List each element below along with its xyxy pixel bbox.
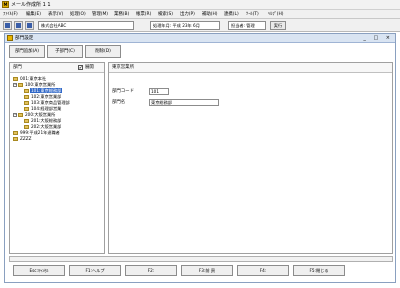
folder-icon [24, 94, 29, 99]
tree-item[interactable]: 104:経理部営業 [24, 106, 62, 111]
tree-item-label: 101:東京総務部 [30, 88, 63, 93]
menu-item[interactable]: 検索(S) [158, 11, 173, 18]
tree-item[interactable]: 103:東京商品管理部 [24, 100, 71, 105]
menu-item[interactable]: 連携(L) [224, 11, 239, 18]
menu-item[interactable]: 管理(M) [92, 11, 108, 18]
period-field[interactable]: 処理年月: 平成 23年 6月 [150, 21, 220, 30]
tree-item[interactable]: − 200:大阪営業所 [13, 112, 56, 117]
toolbar: 株式会社ABC 処理年月: 平成 23年 6月 担当者: 管理 実行 [0, 19, 400, 32]
folder-icon [24, 124, 29, 129]
save-icon[interactable] [3, 21, 12, 30]
menu-item[interactable]: ﾂｰﾙ(T) [246, 11, 259, 18]
tree-item-label: 001:東京本社 [20, 76, 47, 81]
department-detail-panel: 東京営業所 部門コード 101 部門名 東京総務部 [108, 62, 393, 254]
menu-item[interactable]: 表示(V) [48, 11, 63, 18]
f3-prev-page-button[interactable]: F3:前 頁 [181, 265, 233, 276]
window-title: 部門設定 [15, 36, 34, 41]
tree-item[interactable]: − 100:東京営業所 [13, 82, 56, 87]
print-icon[interactable] [14, 21, 23, 30]
tree-item-label: 201:大阪総務部 [31, 118, 62, 123]
f1-help-button[interactable]: F1:ヘルプ [69, 265, 121, 276]
app-title: メール作成所 1 1 [11, 2, 51, 8]
delete-button[interactable]: 削除(D) [85, 45, 121, 58]
tree-item-label: 200:大阪営業所 [25, 112, 56, 117]
window-titlebar: 部門設定 _ □ × [5, 34, 395, 43]
tree-item-label: 999:平成21年退職者 [20, 130, 60, 135]
tree-item[interactable]: 999:平成21年退職者 [13, 130, 61, 135]
mail-icon[interactable] [25, 21, 34, 30]
menu-item[interactable]: 編集(E) [26, 11, 41, 18]
department-name-field[interactable]: 東京総務部 [149, 99, 219, 106]
window-icon [7, 35, 13, 41]
window-controls[interactable]: _ □ × [363, 35, 393, 42]
tree-item[interactable]: 001:東京本社 [13, 76, 47, 81]
expand-checkbox[interactable]: ✔ [78, 65, 83, 70]
tree-item-label: 103:東京商品管理部 [31, 100, 70, 105]
tree-item-selected[interactable]: 101:東京総務部 [24, 88, 63, 93]
menu-item[interactable]: 処理(O) [70, 11, 86, 18]
menu-item[interactable]: 補助(H) [202, 11, 218, 18]
folder-icon [13, 76, 18, 81]
tree-item-label: 202:大阪営業部 [31, 124, 62, 129]
department-tree-panel: 部門 ✔ 展開 001:東京本社 − 100:東京営業所 101:東京総務部 10… [9, 62, 105, 254]
child-department-button[interactable]: 子部門(C) [47, 45, 83, 58]
tree-header-label: 部門 [13, 65, 22, 70]
tree-header: 部門 ✔ 展開 [10, 63, 104, 73]
menu-item[interactable]: 出力(P) [180, 11, 195, 18]
menu-item[interactable]: 業務(B) [114, 11, 129, 18]
tree-item-label: ZZZZ [20, 136, 32, 141]
folder-icon [18, 82, 23, 87]
folder-icon [24, 88, 29, 93]
add-department-button[interactable]: 部門追加(A) [9, 45, 45, 58]
department-name-label: 部門名 [112, 100, 126, 105]
app-icon: M [2, 1, 9, 8]
tree-item[interactable]: 102:東京営業部 [24, 94, 62, 99]
company-field[interactable]: 株式会社ABC [38, 21, 134, 30]
f2-button[interactable]: F2: [125, 265, 177, 276]
expand-label: 展開 [85, 65, 94, 70]
department-code-label: 部門コード [112, 89, 134, 94]
detail-header: 東京営業所 [109, 63, 392, 73]
menu-bar: ﾌｧｲﾙ(F) 編集(E) 表示(V) 処理(O) 管理(M) 業務(B) 帳票… [0, 10, 400, 19]
tree-item-label: 104:経理部営業 [31, 106, 62, 111]
user-field[interactable]: 担当者: 管理 [228, 21, 266, 30]
tree-item[interactable]: 201:大阪総務部 [24, 118, 62, 123]
menu-item[interactable]: ﾌｧｲﾙ(F) [3, 11, 18, 18]
menu-item[interactable]: ﾍﾙﾌﾟ(H) [268, 11, 284, 18]
tree-item-label: 100:東京営業所 [25, 82, 56, 87]
f4-button[interactable]: F4: [237, 265, 289, 276]
app-titlebar: M メール作成所 1 1 [0, 0, 400, 10]
f5-close-button[interactable]: F5:閉じる [293, 265, 345, 276]
tree-item[interactable]: ZZZZ [13, 136, 32, 141]
department-code-field[interactable]: 101 [149, 88, 169, 95]
status-bar [9, 256, 393, 262]
collapse-icon[interactable]: − [13, 82, 17, 87]
folder-icon [24, 100, 29, 105]
folder-icon [24, 118, 29, 123]
menu-item[interactable]: 帳票(R) [136, 11, 151, 18]
folder-icon [13, 130, 18, 135]
tree-item-label: 102:東京営業部 [31, 94, 62, 99]
esc-cancel-button[interactable]: Esc:ｷｬﾝｾﾙ [13, 265, 65, 276]
collapse-icon[interactable]: − [13, 112, 17, 117]
detail-header-text: 東京営業所 [112, 65, 134, 70]
tree-item[interactable]: 202:大阪営業部 [24, 124, 62, 129]
folder-icon [24, 106, 29, 111]
folder-icon [18, 112, 23, 117]
exec-button[interactable]: 実行 [270, 21, 286, 30]
department-window: 部門設定 _ □ × 部門追加(A) 子部門(C) 削除(D) 部門 ✔ 展開 … [4, 33, 396, 283]
folder-icon [13, 136, 18, 141]
